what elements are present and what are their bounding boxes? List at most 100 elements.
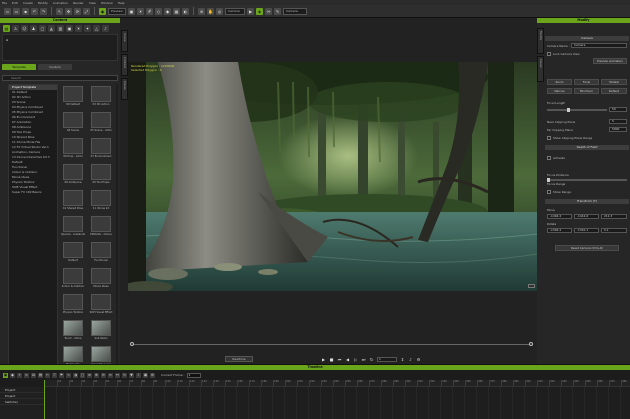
- playback-end-handle[interactable]: [529, 342, 533, 346]
- pan-icon[interactable]: ✋: [207, 7, 214, 15]
- move-z-input[interactable]: 211.3: [601, 214, 627, 219]
- zoom-button[interactable]: Zoom: [547, 79, 572, 85]
- content-thumbnail[interactable]: 03 3D Action: [89, 86, 113, 109]
- shaded-icon[interactable]: ◆: [164, 7, 171, 15]
- content-thumbnail[interactable]: Functional: [89, 242, 113, 265]
- grid-icon[interactable]: #: [146, 7, 153, 15]
- render-mode-icon[interactable]: ◉: [99, 7, 106, 15]
- add-key-icon[interactable]: +: [17, 372, 22, 378]
- playback-track[interactable]: [133, 344, 531, 345]
- content-thumbnail[interactable]: Physics Toolbox: [61, 294, 85, 317]
- content-search-input[interactable]: Search: [2, 75, 118, 81]
- default-button[interactable]: Default: [601, 88, 627, 94]
- timeline-playhead[interactable]: [44, 380, 45, 419]
- menu-create[interactable]: Create: [23, 1, 33, 5]
- terrain-icon[interactable]: △: [93, 25, 100, 32]
- redo-icon[interactable]: ↷: [40, 7, 47, 15]
- realtime-icon[interactable]: ◈: [256, 7, 263, 15]
- layer-icon[interactable]: ≡: [87, 372, 92, 378]
- content-thumbnail[interactable]: Default: [61, 242, 85, 265]
- zoom-in-icon[interactable]: ⊕: [94, 372, 99, 378]
- motion-icon[interactable]: ♟: [30, 25, 37, 32]
- camera-icon[interactable]: ▣: [128, 7, 135, 15]
- menu-help[interactable]: Help: [118, 1, 125, 5]
- content-thumbnail[interactable]: 04 Scene: [61, 112, 85, 135]
- focus-distance-slider[interactable]: [547, 178, 627, 182]
- playback-start-handle[interactable]: [130, 342, 134, 346]
- orbit-icon[interactable]: ◎: [216, 7, 223, 15]
- camera-select[interactable]: Preview: [108, 7, 126, 15]
- timeline-mode-icon[interactable]: ▣: [3, 372, 8, 378]
- copy-icon[interactable]: ⧉: [31, 372, 36, 378]
- move-y-input[interactable]: -1412.6: [574, 214, 599, 219]
- side-tab-content[interactable]: Content: [121, 54, 128, 76]
- content-thumbnail[interactable]: Crocodile Lever: [89, 346, 113, 364]
- camera-section-header[interactable]: Camera: [545, 36, 629, 41]
- camera-content-icon[interactable]: ▣: [66, 25, 73, 32]
- content-thumbnail[interactable]: Indoor & Outdoor: [61, 268, 85, 291]
- 3d-viewport[interactable]: Rendered Polygon : 1203400 Selected Poly…: [128, 62, 537, 291]
- next-frame-icon[interactable]: ▷: [353, 357, 358, 362]
- widest-button[interactable]: Widest: [601, 79, 627, 85]
- content-thumbnail[interactable]: Backyards: [61, 346, 85, 364]
- audio-icon[interactable]: ♪: [408, 357, 413, 362]
- loop-icon[interactable]: ↻: [369, 357, 374, 362]
- content-thumbnail[interactable]: SUPI Visual Effect: [89, 294, 113, 317]
- near-clip-input[interactable]: 5: [609, 119, 627, 124]
- pick-icon[interactable]: ✎: [274, 7, 281, 15]
- sync-icon[interactable]: ↻: [122, 372, 127, 378]
- menu-file[interactable]: File: [2, 1, 7, 5]
- show-range-checkbox[interactable]: [547, 190, 551, 194]
- preview-animation-button[interactable]: Preview animation: [593, 58, 627, 64]
- project-icon[interactable]: ▤: [3, 25, 10, 32]
- effect-icon[interactable]: ✦: [84, 25, 91, 32]
- props-icon[interactable]: ▢: [39, 25, 46, 32]
- media-icon[interactable]: ♪: [102, 25, 109, 32]
- tree-item[interactable]: Super FX 100 Basics: [9, 190, 57, 195]
- open-project-icon[interactable]: ▭: [13, 7, 20, 15]
- show-clip-checkbox[interactable]: [547, 136, 551, 140]
- move-x-input[interactable]: -1404.2: [547, 214, 572, 219]
- camera-name-field[interactable]: Camera: [571, 43, 627, 48]
- content-thumbnail[interactable]: PROLOG - iClone: [89, 216, 113, 239]
- menu-modify[interactable]: Modify: [38, 1, 48, 5]
- menu-edit[interactable]: Edit: [12, 1, 18, 5]
- tab-template[interactable]: Template: [2, 64, 36, 70]
- dof-enable-checkbox[interactable]: [547, 156, 551, 160]
- rotate-y-input[interactable]: -1310.1: [574, 228, 599, 233]
- content-thumbnail[interactable]: 3D Default: [61, 86, 85, 109]
- play-icon[interactable]: ▶: [321, 357, 326, 362]
- content-thumbnail[interactable]: 07 Environment: [89, 138, 113, 161]
- blend-icon[interactable]: ◑: [73, 372, 78, 378]
- content-thumbnail[interactable]: Special - Lowlands: [61, 216, 85, 239]
- marker-icon[interactable]: ▼: [129, 372, 134, 378]
- lock-camera-checkbox[interactable]: [547, 52, 551, 56]
- rotate-z-input[interactable]: 0.1: [601, 228, 627, 233]
- delete-key-icon[interactable]: ×: [24, 372, 29, 378]
- side-tab-visual-right[interactable]: Visual: [537, 56, 544, 82]
- content-thumbnail[interactable]: Sub Items: [89, 320, 113, 343]
- zoom-out-icon[interactable]: ⊖: [101, 372, 106, 378]
- menu-animation[interactable]: Animation: [53, 1, 68, 5]
- link-key-icon[interactable]: ⚯: [115, 372, 120, 378]
- content-thumbnail[interactable]: Movie Ideas: [89, 268, 113, 291]
- content-thumbnail[interactable]: Touch - Shine: [61, 320, 85, 343]
- content-thumbnail[interactable]: 08 Ambience: [61, 164, 85, 187]
- minimum-button[interactable]: Minimum: [574, 88, 599, 94]
- breadcrumb-home[interactable]: ⌂: [6, 38, 8, 42]
- menu-window[interactable]: Window: [101, 1, 113, 5]
- tab-custom[interactable]: Custom: [38, 64, 72, 70]
- curve-icon[interactable]: ∿: [66, 372, 71, 378]
- content-scrollbar[interactable]: [116, 84, 118, 364]
- texture-icon[interactable]: ▦: [173, 7, 180, 15]
- settings-icon[interactable]: ⚙: [416, 357, 421, 362]
- save-icon[interactable]: ▪: [22, 7, 29, 15]
- fit-icon[interactable]: ⇔: [108, 372, 113, 378]
- last-frame-icon[interactable]: ⏭: [361, 357, 366, 362]
- cut-icon[interactable]: ✂: [45, 372, 50, 378]
- focal-length-slider[interactable]: [547, 108, 607, 112]
- filter-icon[interactable]: ▽: [52, 372, 57, 378]
- stage-icon[interactable]: ◭: [48, 25, 55, 32]
- scale-icon[interactable]: ⤢: [83, 7, 90, 15]
- dof-section-header[interactable]: Depth of Field: [545, 145, 629, 150]
